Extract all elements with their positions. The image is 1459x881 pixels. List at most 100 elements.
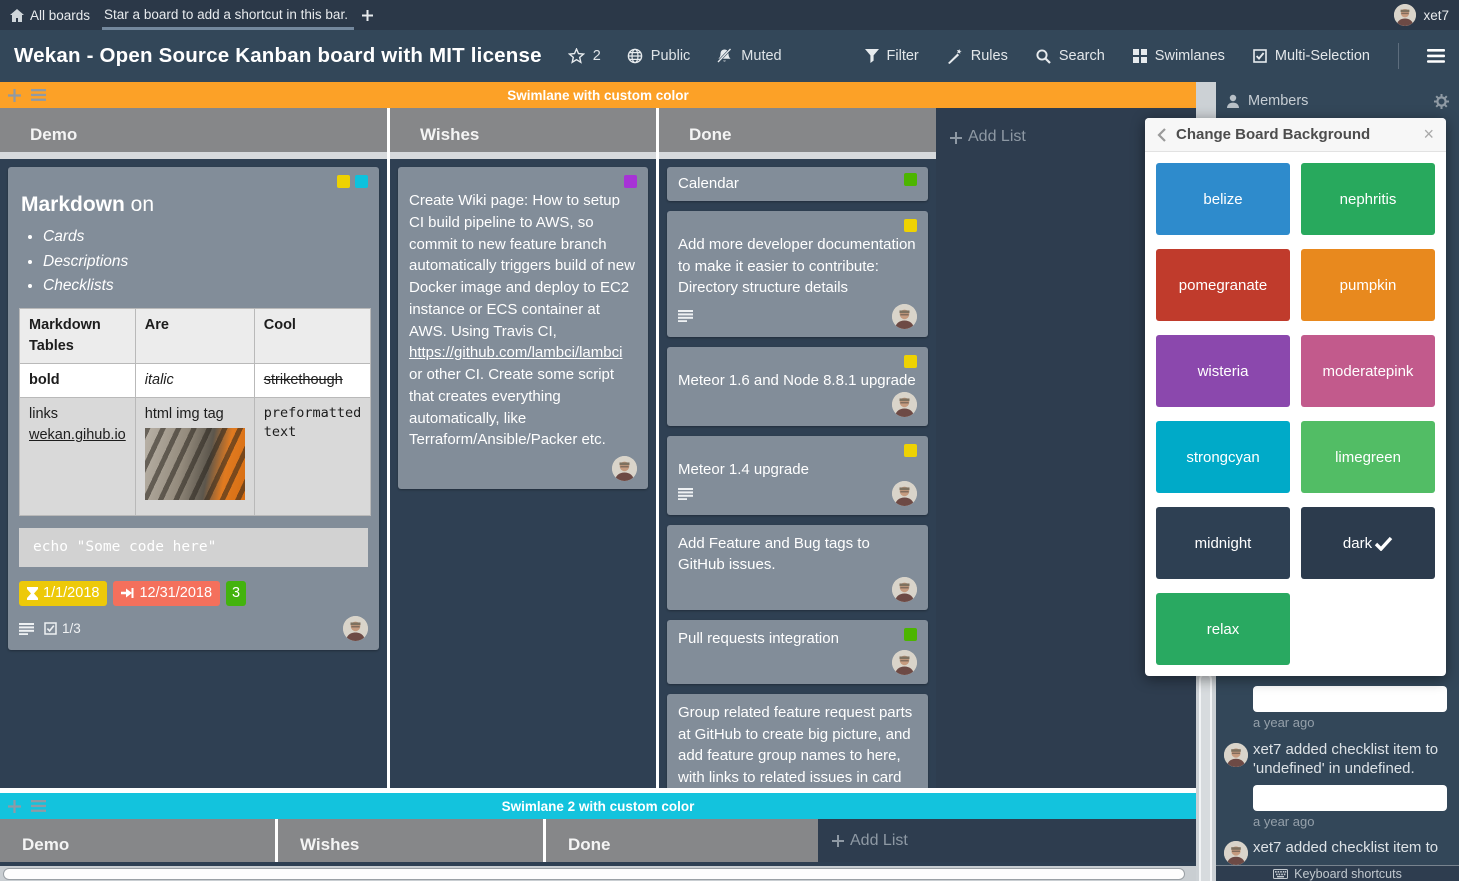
card-member-avatar[interactable] [343,616,368,641]
bell-slash-icon [716,48,733,64]
board-canvas: Swimlane with custom color Demo Markdown… [0,82,1196,881]
card-github-tags[interactable]: Add Feature and Bug tags to GitHub issue… [667,525,928,611]
list2-done-header[interactable]: Done [546,819,818,862]
card-member-avatar[interactable] [892,650,917,675]
card-member-avatar[interactable] [892,392,917,417]
card-developer-docs[interactable]: Add more developer documentation to make… [667,211,928,337]
card-title: Add more developer documentation to make… [678,234,917,299]
card-wish[interactable]: Create Wiki page: How to setup CI build … [398,167,648,489]
activity-comment-box[interactable] [1253,686,1447,712]
visibility-toggle[interactable]: Public [627,48,691,64]
hamburger-menu-button[interactable] [1427,49,1445,63]
markdown-table: Markdown Tables Are Cool bold italic str… [19,308,371,516]
gear-icon[interactable] [1434,94,1449,109]
card-label-yellow [904,444,917,457]
user-avatar[interactable] [1394,4,1416,26]
card-label-green [904,628,917,641]
due-date-badge[interactable]: 12/31/2018 [113,581,220,606]
rules-button[interactable]: Rules [947,48,1008,64]
star-counter[interactable]: 2 [568,48,601,64]
background-swatch-relax[interactable]: relax [1156,593,1290,665]
card-title: Add Feature and Bug tags to GitHub issue… [678,533,917,577]
background-swatch-wisteria[interactable]: wisteria [1156,335,1290,407]
panel-title: Change Board Background [1176,126,1370,143]
card-pull-requests[interactable]: Pull requests integration [667,620,928,684]
list-wishes-header[interactable]: Wishes [390,108,656,152]
add-list-button-2[interactable]: Add List [818,819,1196,862]
card-markdown[interactable]: Markdown on Cards Descriptions Checklist… [8,167,379,650]
all-boards-label: All boards [30,8,90,23]
checkbox-small-icon [44,622,57,635]
background-swatch-pumpkin[interactable]: pumpkin [1301,249,1435,321]
horizontal-scrollbar-thumb[interactable] [3,868,1185,880]
card-meteor-14[interactable]: Meteor 1.4 upgrade [667,436,928,515]
activity-comment-box[interactable] [1253,785,1447,811]
card-group-features[interactable]: Group related feature request parts at G… [667,694,928,788]
keyboard-icon [1273,869,1288,879]
card-member-avatar[interactable] [892,577,917,602]
vertical-scrollbar-thumb[interactable] [1199,673,1212,881]
keyboard-shortcuts-bar[interactable]: Keyboard shortcuts [1216,865,1459,881]
card-member-avatar[interactable] [612,456,637,481]
list-demo-header[interactable]: Demo [0,108,387,152]
close-icon[interactable]: × [1423,124,1434,145]
background-swatch-midnight[interactable]: midnight [1156,507,1290,579]
card-calendar[interactable]: Calendar [667,167,928,201]
card-label-yellow [904,355,917,368]
card-label-yellow [904,219,917,232]
activity-timestamp: a year ago [1253,715,1314,730]
background-swatch-limegreen[interactable]: limegreen [1301,421,1435,493]
swimlane-1-title: Swimlane with custom color [0,88,1196,103]
activity-avatar[interactable] [1224,841,1248,865]
mute-toggle[interactable]: Muted [716,48,781,64]
background-swatch-belize[interactable]: belize [1156,163,1290,235]
filter-button[interactable]: Filter [865,48,919,64]
activity-timestamp: a year ago [1253,814,1314,829]
board-header: Wekan - Open Source Kanban board with MI… [0,30,1459,82]
background-swatch-strongcyan[interactable]: strongcyan [1156,421,1290,493]
list-done: Done Calendar Add more developer documen… [659,108,936,788]
table-link[interactable]: wekan.gihub.io [29,427,126,443]
background-swatch-nephritis[interactable]: nephritis [1301,163,1435,235]
background-swatch-moderatepink[interactable]: moderatepink [1301,335,1435,407]
checkbox-icon [1253,49,1267,63]
cat-image [145,428,245,500]
all-boards-link[interactable]: All boards [10,8,90,23]
list-done-header[interactable]: Done [659,108,936,152]
card-title: Meteor 1.6 and Node 8.8.1 upgrade [678,370,917,392]
multi-selection-button[interactable]: Multi-Selection [1253,48,1370,64]
list-strip [0,152,387,159]
card-label-cyan [355,175,368,188]
home-icon [10,9,24,22]
back-chevron-icon[interactable] [1157,128,1166,142]
search-button[interactable]: Search [1036,48,1105,64]
arrow-into-icon [121,587,134,599]
start-date-badge[interactable]: 1/1/2018 [19,581,107,606]
activity-entry: xet7 added checklist item to [1253,839,1451,858]
add-board-shortcut-button[interactable] [362,10,373,21]
card-meteor-16[interactable]: Meteor 1.6 and Node 8.8.1 upgrade [667,347,928,426]
card-title: Group related feature request parts at G… [678,702,917,788]
card-title: Pull requests integration [678,628,839,650]
card-link[interactable]: https://github.com/lambci/lambci [409,344,622,361]
wekan-app: All boards Star a board to add a shortcu… [0,0,1459,881]
list-strip [659,152,936,159]
background-swatch-dark[interactable]: dark [1301,507,1435,579]
member-icon [1226,94,1240,108]
activity-avatar[interactable] [1224,743,1248,767]
members-title: Members [1248,93,1308,109]
background-swatch-pomegranate[interactable]: pomegranate [1156,249,1290,321]
username[interactable]: xet7 [1423,8,1449,23]
card-bullet-list: Cards Descriptions Checklists [43,226,368,297]
card-member-avatar[interactable] [892,304,917,329]
top-bar: All boards Star a board to add a shortcu… [0,0,1459,30]
card-label-yellow [337,175,350,188]
list-strip [390,152,656,159]
swimlanes-view-button[interactable]: Swimlanes [1133,48,1225,64]
card-member-avatar[interactable] [892,481,917,506]
horizontal-scrollbar[interactable] [0,862,1196,881]
code-block: echo "Some code here" [19,528,368,567]
list2-wishes-header[interactable]: Wishes [278,819,546,862]
list2-demo-header[interactable]: Demo [0,819,278,862]
star-icon [568,48,585,64]
